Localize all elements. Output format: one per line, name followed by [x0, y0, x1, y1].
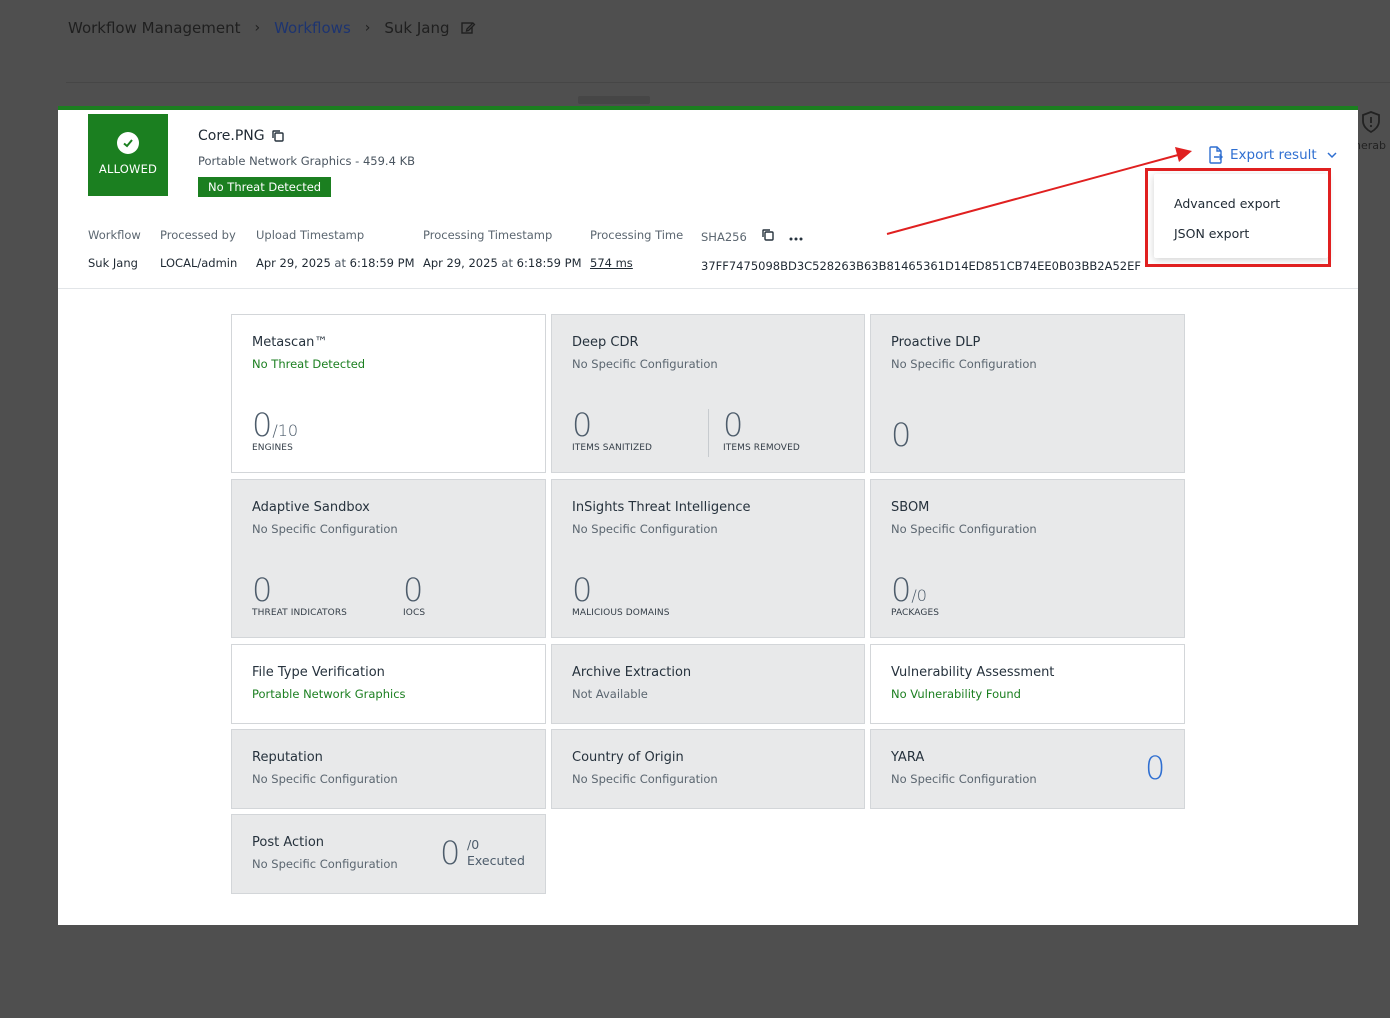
card-deep-cdr[interactable]: Deep CDR No Specific Configuration 0 ITE…: [551, 314, 865, 473]
card-metascan[interactable]: Metascan™ No Threat Detected 0/10 ENGINE…: [231, 314, 546, 473]
drag-handle[interactable]: [578, 96, 650, 104]
breadcrumb: Workflow Management › Workflows › Suk Ja…: [68, 16, 476, 40]
breadcrumb-current: Suk Jang: [384, 19, 450, 37]
chevron-right-icon: ›: [364, 20, 371, 36]
card-archive-extraction[interactable]: Archive Extraction Not Available: [551, 644, 865, 724]
edit-icon[interactable]: [460, 20, 476, 36]
annotation-arrow: [886, 147, 1192, 235]
card-sbom[interactable]: SBOM No Specific Configuration 0/0 PACKA…: [870, 479, 1185, 638]
card-yara[interactable]: YARA No Specific Configuration 0: [870, 729, 1185, 809]
card-insights-threat-intelligence[interactable]: InSights Threat Intelligence No Specific…: [551, 479, 865, 638]
divider: [66, 82, 1390, 83]
chevron-right-icon: ›: [254, 20, 261, 36]
card-proactive-dlp[interactable]: Proactive DLP No Specific Configuration …: [870, 314, 1185, 473]
card-reputation[interactable]: Reputation No Specific Configuration: [231, 729, 546, 809]
vulnerability-tab[interactable]: nerab: [1354, 108, 1390, 152]
breadcrumb-workflows-link[interactable]: Workflows: [274, 19, 351, 37]
breadcrumb-root[interactable]: Workflow Management: [68, 19, 240, 37]
card-vulnerability-assessment[interactable]: Vulnerability Assessment No Vulnerabilit…: [870, 644, 1185, 724]
card-file-type-verification[interactable]: File Type Verification Portable Network …: [231, 644, 546, 724]
card-country-of-origin[interactable]: Country of Origin No Specific Configurat…: [551, 729, 865, 809]
card-post-action[interactable]: Post Action No Specific Configuration 0 …: [231, 814, 546, 894]
card-adaptive-sandbox[interactable]: Adaptive Sandbox No Specific Configurati…: [231, 479, 546, 638]
shield-icon: [1362, 111, 1380, 134]
scan-result-panel: ALLOWED Core.PNG Portable Network Graphi…: [58, 106, 1358, 925]
